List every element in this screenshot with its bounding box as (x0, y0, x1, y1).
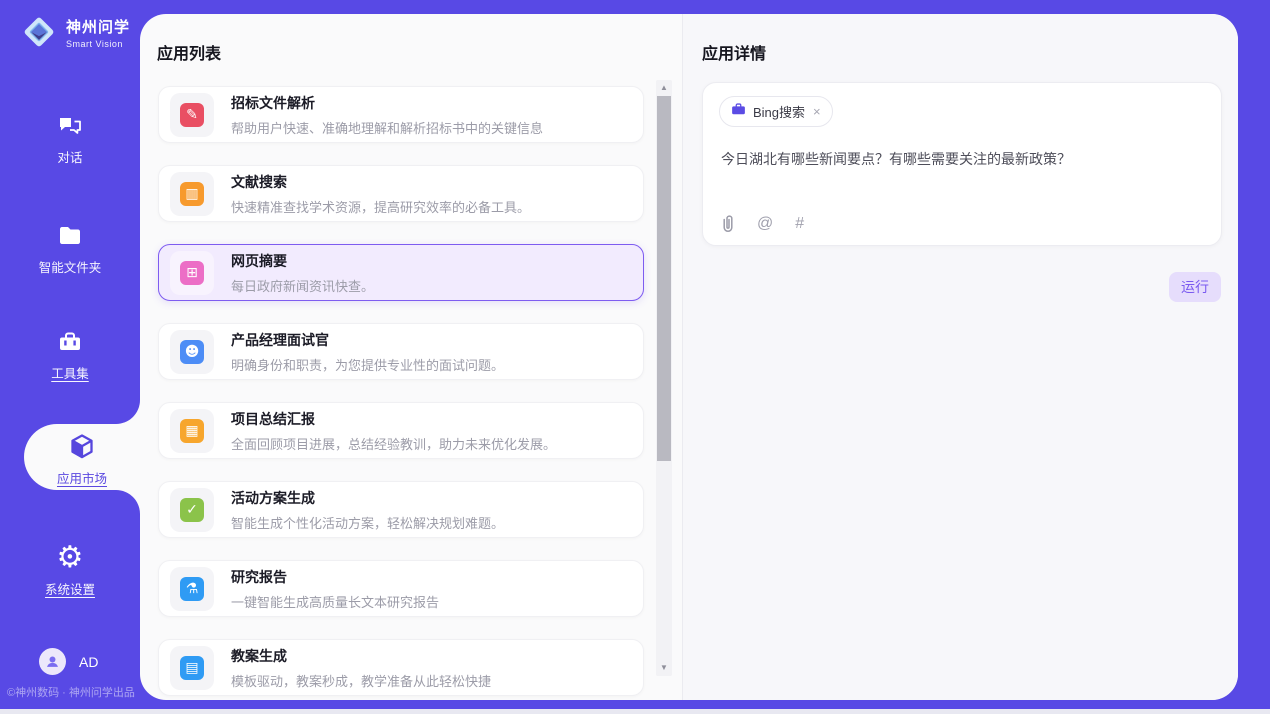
app-card-event-plan[interactable]: ✓ 活动方案生成 智能生成个性化活动方案，轻松解决规划难题。 (158, 481, 644, 538)
sidebar-item-label: 工具集 (51, 363, 89, 382)
tool-tag-bing-search[interactable]: Bing搜索 × (719, 96, 833, 127)
sidebar: 神州问学 Smart Vision 对话 智能文件夹 (0, 0, 140, 709)
scrollbar-thumb[interactable] (657, 96, 671, 461)
app-detail-title: 应用详情 (702, 40, 766, 64)
user-name: AD (79, 654, 98, 670)
app-card-desc: 全面回顾项目进展，总结经验教训，助力未来优化发展。 (231, 434, 556, 453)
app-card-title: 产品经理面试官 (231, 330, 504, 350)
app-card-desc: 明确身份和职责，为您提供专业性的面试问题。 (231, 355, 504, 374)
app-card-title: 文献搜索 (231, 172, 530, 192)
prompt-text[interactable]: 今日湖北有哪些新闻要点？有哪些需要关注的最新政策？ (721, 149, 1203, 170)
mention-icon[interactable]: @ (757, 215, 773, 233)
user-avatar-icon (39, 648, 66, 675)
app-detail-panel: 应用详情 Bing搜索 × 今日湖北有哪些新闻要点？有哪些需要关注的最新政策？ (683, 14, 1238, 700)
app-card-project-summary[interactable]: ▦ 项目总结汇报 全面回顾项目进展，总结经验教训，助力未来优化发展。 (158, 402, 644, 459)
app-card-desc: 快速精准查找学术资源，提高研究效率的必备工具。 (231, 197, 530, 216)
research-icon: ⚗ (170, 567, 214, 611)
user-account[interactable]: AD (39, 648, 98, 675)
app-card-webpage-summary[interactable]: ⊞ 网页摘要 每日政府新闻资讯快查。 (158, 244, 644, 301)
copyright-text: ©神州数码 · 神州问学出品 (7, 684, 135, 700)
brand-logo: 神州问学 Smart Vision (20, 13, 130, 51)
app-window: 神州问学 Smart Vision 对话 智能文件夹 (0, 0, 1270, 714)
calendar-report-icon: ▦ (170, 409, 214, 453)
app-card-lesson-plan[interactable]: ▤ 教案生成 模板驱动，教案秒成，教学准备从此轻松快捷 (158, 639, 644, 696)
app-card-desc: 智能生成个性化活动方案，轻松解决规划难题。 (231, 513, 504, 532)
sidebar-item-toolset[interactable]: 工具集 (0, 328, 140, 382)
app-card-title: 招标文件解析 (231, 93, 543, 113)
cube-icon (67, 433, 97, 461)
toolbox-icon (56, 328, 84, 356)
brand-logo-icon (20, 13, 58, 51)
run-button[interactable]: 运行 (1169, 272, 1221, 302)
scroll-down-icon[interactable]: ▼ (656, 662, 672, 674)
sidebar-item-smart-folder[interactable]: 智能文件夹 (0, 222, 140, 276)
brand-subtitle: Smart Vision (66, 39, 130, 49)
main-content: 应用列表 ✎ 招标文件解析 帮助用户快速、准确地理解和解析招标书中的关键信息 ▥… (140, 14, 1238, 700)
brand-name: 神州问学 (66, 16, 130, 37)
app-list-title: 应用列表 (157, 40, 221, 64)
sidebar-item-label: 应用市场 (57, 468, 107, 487)
gear-icon: ⚙ (57, 544, 84, 572)
app-card-title: 项目总结汇报 (231, 409, 556, 429)
bottom-edge (0, 709, 1270, 714)
app-card-desc: 帮助用户快速、准确地理解和解析招标书中的关键信息 (231, 118, 543, 137)
app-card-title: 网页摘要 (231, 251, 374, 271)
prompt-input-card[interactable]: Bing搜索 × 今日湖北有哪些新闻要点？有哪些需要关注的最新政策？ @ # (702, 82, 1222, 246)
list-scrollbar[interactable]: ▲ ▼ (656, 80, 672, 676)
app-card-desc: 每日政府新闻资讯快查。 (231, 276, 374, 295)
app-card-bid-analysis[interactable]: ✎ 招标文件解析 帮助用户快速、准确地理解和解析招标书中的关键信息 (158, 86, 644, 143)
interviewer-icon: ☻ (170, 330, 214, 374)
app-card-title: 教案生成 (231, 646, 491, 666)
tag-label: Bing搜索 (753, 102, 805, 121)
sidebar-item-label: 系统设置 (45, 579, 95, 598)
sidebar-item-app-market[interactable]: 应用市场 (24, 433, 140, 487)
attachment-icon[interactable] (721, 215, 735, 233)
app-card-title: 研究报告 (231, 567, 439, 587)
clipboard-check-icon: ✓ (170, 488, 214, 532)
app-card-desc: 一键智能生成高质量长文本研究报告 (231, 592, 439, 611)
sidebar-item-label: 智能文件夹 (39, 257, 102, 276)
app-card-desc: 模板驱动，教案秒成，教学准备从此轻松快捷 (231, 671, 491, 690)
app-list-panel: 应用列表 ✎ 招标文件解析 帮助用户快速、准确地理解和解析招标书中的关键信息 ▥… (140, 14, 683, 700)
app-card-pm-interviewer[interactable]: ☻ 产品经理面试官 明确身份和职责，为您提供专业性的面试问题。 (158, 323, 644, 380)
chat-icon (56, 112, 84, 140)
sidebar-item-label: 对话 (57, 147, 82, 166)
sidebar-item-settings[interactable]: ⚙ 系统设置 (0, 544, 140, 598)
app-card-title: 活动方案生成 (231, 488, 504, 508)
webpage-code-icon: ⊞ (170, 251, 214, 295)
sidebar-item-chat[interactable]: 对话 (0, 112, 140, 166)
app-card-literature-search[interactable]: ▥ 文献搜索 快速精准查找学术资源，提高研究效率的必备工具。 (158, 165, 644, 222)
briefcase-icon (731, 102, 746, 121)
folder-icon (56, 222, 84, 250)
pen-document-icon: ✎ (170, 93, 214, 137)
close-icon[interactable]: × (813, 104, 821, 119)
topic-hash-icon[interactable]: # (795, 215, 804, 233)
input-toolbar: @ # (721, 215, 804, 233)
app-card-research-report[interactable]: ⚗ 研究报告 一键智能生成高质量长文本研究报告 (158, 560, 644, 617)
books-icon: ▤ (170, 646, 214, 690)
book-icon: ▥ (170, 172, 214, 216)
app-list: ✎ 招标文件解析 帮助用户快速、准确地理解和解析招标书中的关键信息 ▥ 文献搜索… (158, 86, 644, 700)
scroll-up-icon[interactable]: ▲ (656, 82, 672, 94)
